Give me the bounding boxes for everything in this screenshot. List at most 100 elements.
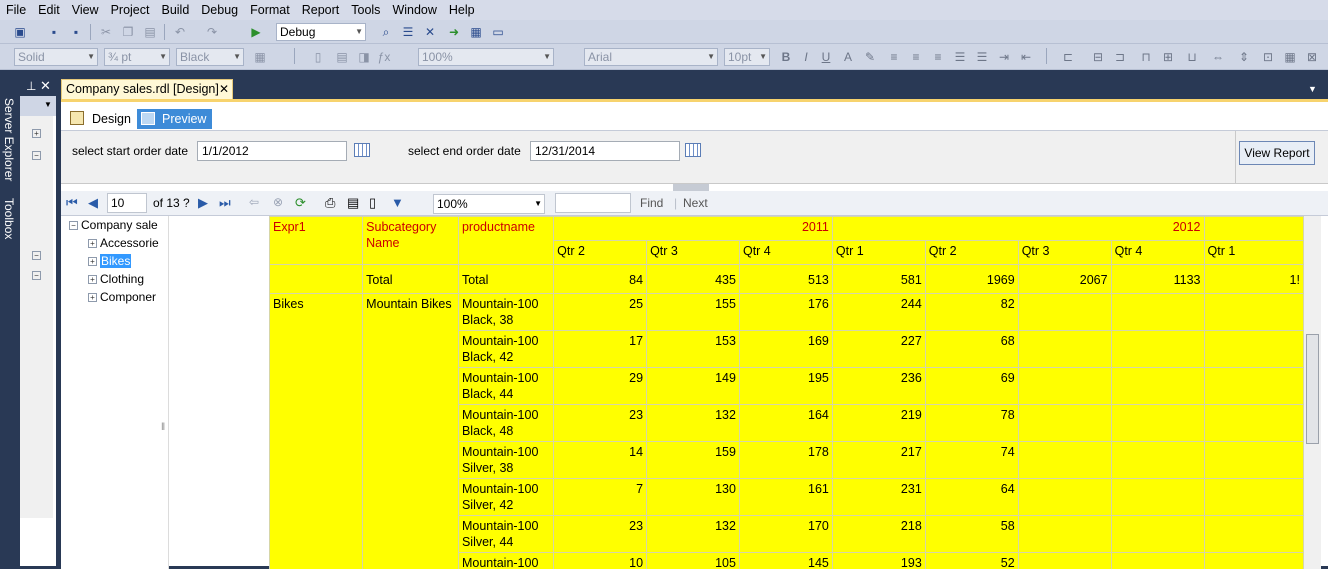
align-middles-icon[interactable]: ⊞ — [1160, 49, 1176, 65]
underline-icon[interactable]: U — [818, 49, 834, 65]
menu-view[interactable]: View — [66, 3, 105, 17]
align-right-icon[interactable]: ≡ — [930, 49, 946, 65]
new-project-icon[interactable]: ▣ — [12, 24, 28, 40]
undo-icon[interactable]: ↶ — [172, 24, 188, 40]
save-icon[interactable]: ▪ — [46, 24, 62, 40]
tab-preview[interactable]: Preview — [137, 109, 212, 129]
end-date-input[interactable]: 12/31/2014 — [530, 141, 680, 161]
line-style-select[interactable]: Solid▼ — [14, 48, 98, 66]
find-in-files-icon[interactable]: ⌕ — [378, 24, 394, 40]
tree-item-bikes[interactable]: +Bikes — [88, 254, 131, 268]
print-icon[interactable]: ⎙ — [325, 195, 335, 211]
tools-icon[interactable]: ✕ — [422, 24, 438, 40]
import-icon[interactable]: ➜ — [446, 24, 462, 40]
toolbox-tab[interactable]: Toolbox — [2, 198, 16, 239]
next-page-icon[interactable]: ▶ — [198, 195, 208, 211]
print-layout-icon[interactable]: ▤ — [347, 195, 359, 211]
font-size-select[interactable]: 10pt▼ — [724, 48, 770, 66]
paste-icon[interactable]: ▤ — [142, 24, 158, 40]
collapse-icon[interactable]: − — [32, 148, 44, 162]
tree-item-accessories[interactable]: +Accessorie — [88, 236, 159, 250]
expand-icon[interactable]: + — [32, 126, 44, 140]
menu-report[interactable]: Report — [296, 3, 346, 17]
copy-icon[interactable]: ❐ — [120, 24, 136, 40]
outdent-icon[interactable]: ⇤ — [1018, 49, 1034, 65]
close-icon[interactable]: ✕ — [40, 78, 51, 94]
italic-icon[interactable]: I — [798, 49, 814, 65]
page-number-input[interactable]: 10 — [107, 193, 147, 213]
font-color-icon[interactable]: A — [840, 49, 856, 65]
vertical-scrollbar[interactable] — [1304, 216, 1321, 569]
document-tab[interactable]: Company sales.rdl [Design] ✕ — [61, 79, 233, 99]
page-setup-icon[interactable]: ▯ — [369, 195, 376, 211]
size-to-grid-icon[interactable]: ▦ — [1282, 49, 1298, 65]
redo-icon[interactable]: ↷ — [204, 24, 220, 40]
close-tab-icon[interactable]: ✕ — [219, 80, 229, 99]
collapse-icon[interactable]: − — [32, 268, 44, 282]
same-size-icon[interactable]: ⊡ — [1260, 49, 1276, 65]
command-window-icon[interactable]: ▭ — [490, 24, 506, 40]
refresh-icon[interactable]: ⟳ — [295, 195, 306, 211]
bullets-icon[interactable]: ☰ — [952, 49, 968, 65]
properties-icon[interactable]: ☰ — [400, 24, 416, 40]
border-color-select[interactable]: Black▼ — [176, 48, 244, 66]
align-center-icon[interactable]: ≡ — [908, 49, 924, 65]
previous-page-icon[interactable]: ◀ — [88, 195, 98, 211]
first-page-icon[interactable]: ⏮ — [66, 195, 78, 211]
menu-file[interactable]: File — [0, 3, 32, 17]
align-centers-icon[interactable]: ⊟ — [1090, 49, 1106, 65]
last-page-icon[interactable]: ⏭ — [219, 195, 231, 211]
tree-item-clothing[interactable]: +Clothing — [88, 272, 144, 286]
pin-icon[interactable]: ⊥ — [26, 79, 36, 93]
zoom-select[interactable]: 100%▼ — [418, 48, 554, 66]
menu-format[interactable]: Format — [244, 3, 296, 17]
scrollbar-thumb[interactable] — [1306, 334, 1319, 444]
spacing-icon[interactable]: ⊠ — [1304, 49, 1320, 65]
align-lefts-icon[interactable]: ⊏ — [1060, 49, 1076, 65]
align-rights-icon[interactable]: ⊐ — [1112, 49, 1128, 65]
tree-root[interactable]: −Company sale — [69, 218, 158, 232]
highlight-icon[interactable]: ✎ — [862, 49, 878, 65]
save-all-icon[interactable]: ▪ — [68, 24, 84, 40]
back-icon[interactable]: ⇦ — [249, 195, 259, 209]
stop-icon[interactable]: ⊗ — [273, 195, 283, 209]
borders-icon[interactable]: ▦ — [252, 49, 268, 65]
collapse-params-handle[interactable] — [673, 184, 709, 191]
find-button[interactable]: Find — [640, 196, 663, 210]
menu-project[interactable]: Project — [105, 3, 156, 17]
align-tops-icon[interactable]: ⊓ — [1138, 49, 1154, 65]
tab-overflow-icon[interactable]: ▼ — [1308, 84, 1317, 94]
calendar-icon[interactable] — [685, 143, 701, 157]
splitter-handle[interactable]: ‖ — [161, 422, 169, 444]
zoom-select[interactable]: 100% ▼ — [433, 194, 545, 214]
menu-tools[interactable]: Tools — [345, 3, 386, 17]
same-width-icon[interactable]: ⇔ — [1210, 49, 1226, 65]
calendar-icon[interactable] — [354, 143, 370, 157]
fill-icon[interactable]: ▤ — [334, 49, 350, 65]
start-date-input[interactable]: 1/1/2012 — [197, 141, 347, 161]
font-select[interactable]: Arial▼ — [584, 48, 718, 66]
indent-icon[interactable]: ⇥ — [996, 49, 1012, 65]
menu-debug[interactable]: Debug — [195, 3, 244, 17]
menu-window[interactable]: Window — [386, 3, 442, 17]
view-report-button[interactable]: View Report — [1239, 141, 1315, 165]
align-icon[interactable]: ▯ — [310, 49, 326, 65]
object-browser-icon[interactable]: ▦ — [468, 24, 484, 40]
menu-build[interactable]: Build — [155, 3, 195, 17]
background-icon[interactable]: ◨ — [356, 49, 372, 65]
export-icon[interactable]: ▼ — [391, 195, 404, 210]
menu-help[interactable]: Help — [443, 3, 481, 17]
find-input[interactable] — [555, 193, 631, 213]
next-button[interactable]: Next — [683, 196, 708, 210]
collapse-icon[interactable]: − — [32, 248, 44, 262]
expression-icon[interactable]: ƒx — [376, 49, 392, 65]
menu-edit[interactable]: Edit — [32, 3, 66, 17]
tab-design[interactable]: Design — [67, 109, 131, 129]
tree-item-components[interactable]: +Componer — [88, 290, 156, 304]
align-bottoms-icon[interactable]: ⊔ — [1184, 49, 1200, 65]
align-left-icon[interactable]: ≡ — [886, 49, 902, 65]
server-explorer-tab[interactable]: Server Explorer — [2, 98, 16, 181]
start-debug-icon[interactable]: ▶ — [248, 24, 264, 40]
bold-icon[interactable]: B — [778, 49, 794, 65]
solution-config-select[interactable]: Debug▼ — [276, 23, 366, 41]
